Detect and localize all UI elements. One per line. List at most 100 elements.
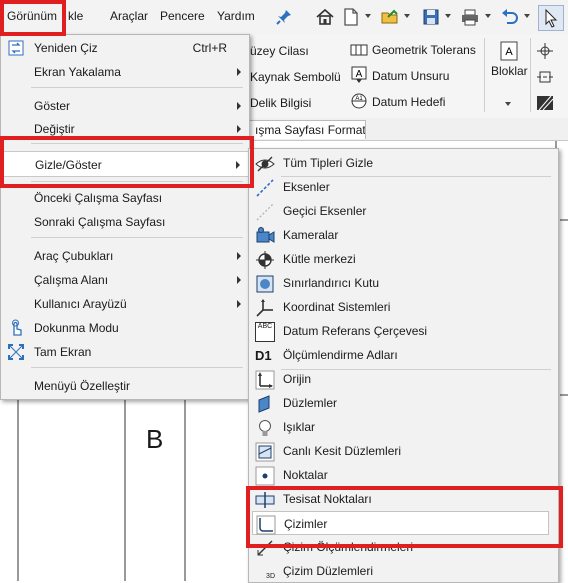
- menu-item-hide-show[interactable]: Gizle/Göster: [1, 151, 249, 177]
- save-icon[interactable]: [419, 5, 443, 29]
- area-hatch-icon[interactable]: [536, 94, 554, 112]
- menu-item-screen-capture[interactable]: Ekran Yakalama: [1, 60, 249, 84]
- menu-item-redraw[interactable]: Yeniden Çiz Ctrl+R: [1, 36, 249, 60]
- submenu-item-label: Orijin: [283, 372, 312, 386]
- coordinate-system-icon: [256, 299, 273, 317]
- submenu-item-axes[interactable]: Eksenler: [249, 175, 558, 199]
- menu-item-label: Çalışma Alanı: [34, 273, 109, 287]
- submenu-item-live-section-planes[interactable]: Canlı Kesit Düzlemleri: [249, 439, 558, 463]
- submenu-item-lights[interactable]: Işıklar: [249, 415, 558, 439]
- submenu-item-label: Koordinat Sistemleri: [283, 300, 391, 314]
- ribbon-weld-symbol[interactable]: Kaynak Sembolü: [250, 70, 341, 84]
- submenu-arrow-icon: [237, 68, 241, 76]
- ribbon-hole-callout[interactable]: Delik Bilgisi: [250, 96, 311, 110]
- center-mark-icon[interactable]: [536, 42, 554, 60]
- ribbon-geometric-tolerance[interactable]: Geometrik Tolerans: [372, 43, 476, 57]
- new-document-icon[interactable]: [339, 5, 363, 29]
- sketch-icon: [256, 515, 276, 535]
- datum-feature-icon[interactable]: A: [350, 66, 368, 84]
- submenu-item-label: Noktalar: [283, 468, 328, 482]
- eye-icon: [255, 156, 275, 172]
- submenu-item-label: Işıklar: [283, 420, 316, 434]
- ribbon-divider: [484, 38, 485, 112]
- menu-item-previous-sheet[interactable]: Önceki Çalışma Sayfası: [1, 186, 249, 210]
- tab-sheet-format[interactable]: ışma Sayfası Formatı: [248, 120, 366, 139]
- ribbon-surface-finish[interactable]: üzey Cilası: [250, 44, 309, 58]
- submenu-item-label: Datum Referans Çerçevesi: [283, 324, 428, 338]
- undo-icon[interactable]: [498, 5, 522, 29]
- submenu-item-label: Canlı Kesit Düzlemleri: [283, 444, 402, 458]
- chevron-down-icon[interactable]: [445, 14, 451, 18]
- menu-item-next-sheet[interactable]: Sonraki Çalışma Sayfası: [1, 210, 249, 234]
- submenu-item-center-of-mass[interactable]: Kütle merkezi: [249, 247, 558, 271]
- sketch-plane-icon: 3D: [255, 562, 275, 582]
- submenu-item-label: Kütle merkezi: [283, 252, 356, 266]
- chevron-down-icon[interactable]: [404, 14, 410, 18]
- annotation-ribbon: üzey Cilası Kaynak Sembolü Delik Bilgisi…: [248, 34, 568, 119]
- menu-araclar[interactable]: Araçlar: [110, 9, 148, 23]
- submenu-item-routing-points[interactable]: Tesisat Noktaları: [249, 487, 558, 511]
- menu-item-label: Dokunma Modu: [34, 321, 119, 335]
- chevron-down-icon[interactable]: [524, 14, 530, 18]
- chevron-down-icon[interactable]: [485, 14, 491, 18]
- datum-target-icon[interactable]: A1: [350, 92, 368, 110]
- submenu-item-origin[interactable]: Orijin: [249, 367, 558, 391]
- menu-item-display[interactable]: Göster: [1, 94, 249, 118]
- submenu-item-points[interactable]: Noktalar: [249, 463, 558, 487]
- menu-pencere[interactable]: Pencere: [160, 9, 205, 23]
- blocks-icon[interactable]: A: [499, 40, 519, 62]
- open-icon[interactable]: [378, 5, 402, 29]
- ribbon-blocks[interactable]: Bloklar: [491, 64, 528, 78]
- menu-item-workspace[interactable]: Çalışma Alanı: [1, 268, 249, 292]
- submenu-item-temporary-axes[interactable]: Geçici Eksenler: [249, 199, 558, 223]
- menu-item-label: Araç Çubukları: [34, 249, 114, 263]
- submenu-item-planes[interactable]: Düzlemler: [249, 391, 558, 415]
- submenu-arrow-icon: [237, 125, 241, 133]
- menu-item-user-interface[interactable]: Kullanıcı Arayüzü: [1, 292, 249, 316]
- menu-item-toolbars[interactable]: Araç Çubukları: [1, 244, 249, 268]
- icon-label: ABC: [257, 323, 273, 330]
- submenu-item-label: Çizimler: [284, 517, 328, 531]
- menu-gorunum[interactable]: Görünüm: [7, 9, 57, 23]
- geometric-tolerance-icon[interactable]: [350, 41, 368, 59]
- submenu-item-sketch-planes[interactable]: 3D Çizim Düzlemleri: [249, 559, 558, 582]
- submenu-item-label: Çizim Düzlemleri: [283, 564, 374, 578]
- pin-icon[interactable]: [272, 5, 296, 29]
- menu-bar: Görünüm kle Araçlar Pencere Yardım: [0, 0, 568, 35]
- menu-item-label: Göster: [34, 99, 71, 113]
- menu-separator: [31, 87, 243, 88]
- select-icon[interactable]: [538, 5, 564, 31]
- submenu-item-label: Geçici Eksenler: [283, 204, 367, 218]
- home-icon[interactable]: [313, 5, 337, 29]
- chevron-down-icon[interactable]: [505, 102, 511, 106]
- menu-item-touch-mode[interactable]: Dokunma Modu: [1, 316, 249, 340]
- submenu-item-hide-all-types[interactable]: Tüm Tipleri Gizle: [249, 151, 558, 175]
- view-menu: Yeniden Çiz Ctrl+R Ekran Yakalama Göster…: [0, 34, 250, 400]
- menu-item-customize-menu[interactable]: Menüyü Özelleştir: [1, 374, 249, 398]
- sheet-zone-letter: B: [146, 424, 164, 454]
- submenu-arrow-icon: [236, 161, 240, 169]
- menu-separator: [31, 143, 243, 144]
- submenu-item-label: Çizim Ölçümlendirmeleri: [283, 540, 414, 554]
- submenu-item-bounding-box[interactable]: Sınırlandırıcı Kutu: [249, 271, 558, 295]
- submenu-item-sketches[interactable]: Çizimler: [252, 511, 549, 535]
- menu-item-shortcut: Ctrl+R: [192, 41, 227, 55]
- centerline-icon[interactable]: [536, 68, 554, 86]
- menu-item-modify[interactable]: Değiştir: [1, 117, 249, 141]
- submenu-item-coordinate-systems[interactable]: Koordinat Sistemleri: [249, 295, 558, 319]
- submenu-arrow-icon: [237, 102, 241, 110]
- submenu-item-sketch-dimensions[interactable]: Çizim Ölçümlendirmeleri: [249, 535, 558, 559]
- ribbon-datum-target[interactable]: Datum Hedefi: [372, 95, 445, 109]
- submenu-item-datum-reference-frame[interactable]: ABC Datum Referans Çerçevesi: [249, 319, 558, 343]
- submenu-item-dimension-names[interactable]: D1 Ölçümlendirme Adları: [249, 343, 558, 367]
- print-icon[interactable]: [458, 5, 482, 29]
- submenu-item-cameras[interactable]: Kameralar: [249, 223, 558, 247]
- menu-separator: [31, 237, 243, 238]
- menu-ekle[interactable]: kle: [68, 9, 83, 23]
- chevron-down-icon[interactable]: [365, 14, 371, 18]
- menu-item-full-screen[interactable]: Tam Ekran: [1, 340, 249, 364]
- menu-yardim[interactable]: Yardım: [217, 9, 255, 23]
- menu-item-label: Yeniden Çiz: [34, 41, 98, 55]
- fullscreen-icon: [8, 344, 24, 360]
- ribbon-datum-feature[interactable]: Datum Unsuru: [372, 69, 449, 83]
